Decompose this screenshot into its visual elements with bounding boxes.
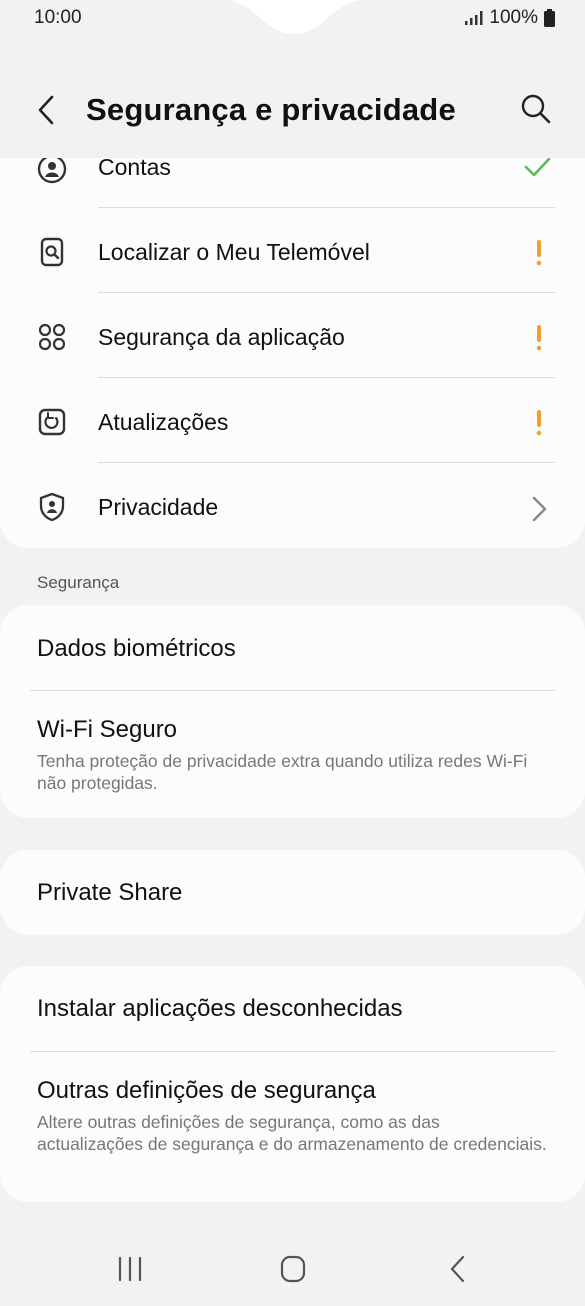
divider [98,292,555,293]
status-indicators: 100% [465,7,555,29]
search-icon[interactable] [519,92,553,126]
divider [98,377,555,378]
divider [98,207,555,208]
status-bar: 10:00 100% [0,0,585,36]
private-share-card: Private Share [0,850,585,935]
find-phone-icon [40,237,64,267]
home-icon[interactable] [273,1252,313,1286]
security-status-card: Contas Localizar o Meu Telemóvel Seguran… [0,158,585,548]
account-icon [37,158,67,184]
biometrics-title: Dados biométricos [37,635,236,662]
check-icon [524,158,551,177]
security-card: Dados biométricos Wi-Fi Seguro Tenha pro… [0,605,585,818]
secure-wifi-description: Tenha proteção de privacidade extra quan… [37,751,528,793]
section-header-security: Segurança [37,573,120,592]
other-security-card: Instalar aplicações desconhecidas Outras… [0,966,585,1202]
status-time: 10:00 [34,7,82,28]
list-item-label: Privacidade [98,494,219,520]
camera-notch [224,0,364,34]
other-settings-title: Outras definições de segurança [37,1077,376,1104]
list-item-label: Contas [98,158,171,180]
app-header: Segurança e privacidade [0,80,585,140]
recents-icon[interactable] [110,1252,150,1286]
back-nav-icon[interactable] [438,1252,478,1286]
list-item-label: Localizar o Meu Telemóvel [98,239,370,265]
warning-icon [536,240,542,266]
private-share-title: Private Share [37,879,183,906]
chevron-left-icon[interactable] [30,92,64,128]
warning-icon [536,410,542,436]
warning-icon [536,325,542,351]
divider [30,1051,555,1052]
signal-bars-icon [465,11,483,25]
list-item-label: Atualizações [98,409,229,435]
divider [30,690,555,691]
app-grid-icon [38,323,66,351]
install-unknown-title: Instalar aplicações desconhecidas [37,995,403,1022]
navigation-bar [0,1240,585,1300]
page-title: Segurança e privacidade [86,92,456,127]
divider [98,462,555,463]
chevron-right-icon [532,496,547,522]
other-settings-description: Altere outras definições de segurança, c… [37,1112,547,1154]
privacy-shield-icon [39,492,65,522]
battery-percent: 100% [489,7,538,28]
secure-wifi-title: Wi-Fi Seguro [37,716,178,743]
battery-icon [544,9,555,27]
update-icon [38,408,66,436]
list-item-label: Segurança da aplicação [98,324,345,350]
